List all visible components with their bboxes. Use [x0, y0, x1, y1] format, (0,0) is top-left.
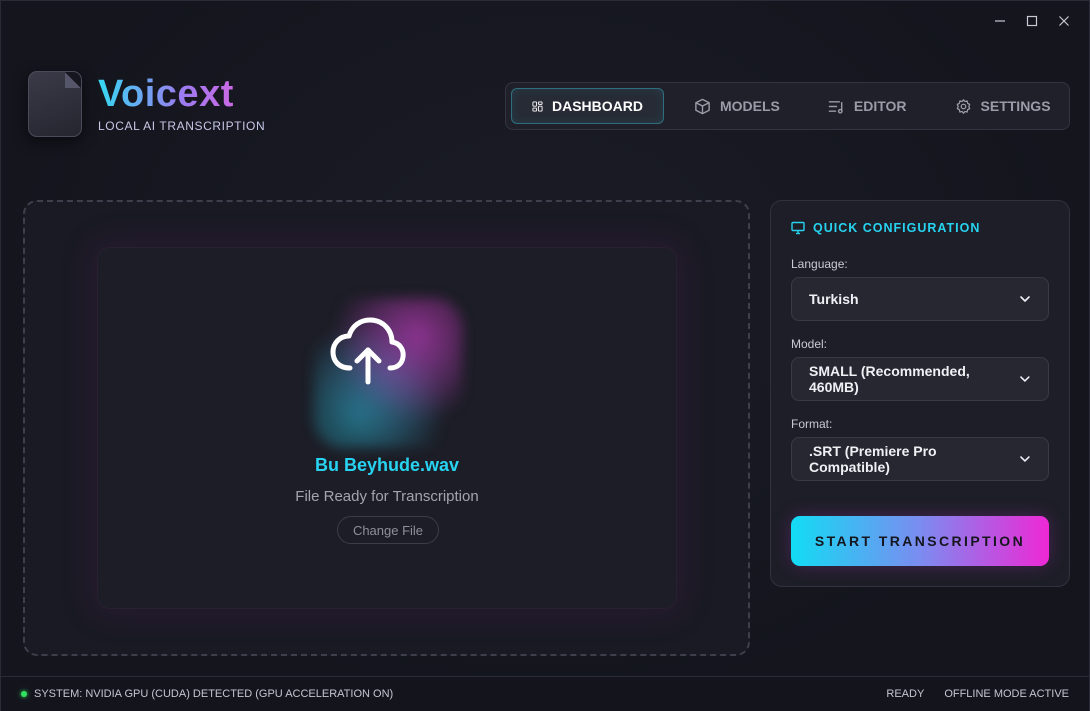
close-icon[interactable]: [1051, 9, 1077, 33]
format-value: .SRT (Premiere Pro Compatible): [809, 443, 937, 475]
tab-models[interactable]: MODELS: [674, 88, 800, 124]
file-card: Bu Beyhude.wav File Ready for Transcript…: [98, 248, 676, 608]
file-drop-zone[interactable]: Bu Beyhude.wav File Ready for Transcript…: [23, 200, 750, 656]
ready-status: READY: [886, 688, 925, 700]
change-file-button[interactable]: Change File: [337, 516, 439, 544]
chevron-down-icon: [1020, 456, 1030, 462]
tab-label: EDITOR: [853, 98, 907, 114]
tab-dashboard[interactable]: DASHBOARD: [511, 88, 664, 124]
lines-edit-icon: [828, 100, 843, 114]
monitor-icon: [791, 221, 805, 235]
minimize-icon[interactable]: [987, 9, 1013, 33]
config-heading-text: QUICK CONFIGURATION: [813, 221, 981, 235]
brand-text: Voicext LOCAL AI TRANSCRIPTION: [98, 75, 265, 133]
cloud-upload-icon: [330, 317, 406, 385]
app-logo-icon: [28, 71, 82, 137]
dashboard-grid-icon: [532, 100, 543, 112]
app-window: Voicext LOCAL AI TRANSCRIPTION DASHBOARD…: [0, 0, 1090, 711]
start-transcription-button[interactable]: START TRANSCRIPTION: [791, 516, 1049, 566]
maximize-icon[interactable]: [1019, 9, 1045, 33]
offline-mode-status: OFFLINE MODE ACTIVE: [944, 688, 1069, 700]
app-subtitle: LOCAL AI TRANSCRIPTION: [98, 119, 266, 133]
window-controls: [987, 9, 1077, 33]
cube-icon: [695, 98, 710, 114]
brand: Voicext LOCAL AI TRANSCRIPTION: [28, 71, 265, 137]
chevron-down-icon: [1020, 296, 1030, 302]
file-status: File Ready for Transcription: [295, 488, 479, 505]
app-title: Voicext: [98, 75, 265, 113]
model-label: Model:: [791, 337, 828, 351]
chevron-down-icon: [1020, 376, 1030, 382]
language-label: Language:: [791, 257, 848, 271]
tab-label: MODELS: [720, 98, 780, 114]
gear-icon: [956, 98, 970, 114]
language-select[interactable]: Turkish: [791, 277, 1049, 321]
quick-config-panel: QUICK CONFIGURATION Language: Turkish Mo…: [770, 200, 1070, 587]
status-indicator-icon: [21, 691, 27, 697]
status-right-group: READY OFFLINE MODE ACTIVE: [886, 688, 1069, 700]
tab-label: DASHBOARD: [552, 98, 643, 114]
tab-settings[interactable]: SETTINGS: [935, 88, 1071, 124]
main-nav: DASHBOARD MODELS EDITOR SETTINGS: [505, 82, 1070, 130]
language-value: Turkish: [809, 291, 859, 307]
status-bar: SYSTEM: NVIDIA GPU (CUDA) DETECTED (GPU …: [1, 676, 1089, 711]
format-label: Format:: [791, 417, 833, 431]
file-name: Bu Beyhude.wav: [314, 455, 460, 475]
system-status-text: SYSTEM: NVIDIA GPU (CUDA) DETECTED (GPU …: [34, 688, 394, 700]
tab-editor[interactable]: EDITOR: [808, 88, 927, 124]
tab-label: SETTINGS: [980, 98, 1051, 114]
model-select[interactable]: SMALL (Recommended, 460MB): [791, 357, 1049, 401]
format-select[interactable]: .SRT (Premiere Pro Compatible): [791, 437, 1049, 481]
model-value: SMALL (Recommended, 460MB): [809, 363, 970, 395]
config-heading: QUICK CONFIGURATION: [791, 221, 980, 235]
